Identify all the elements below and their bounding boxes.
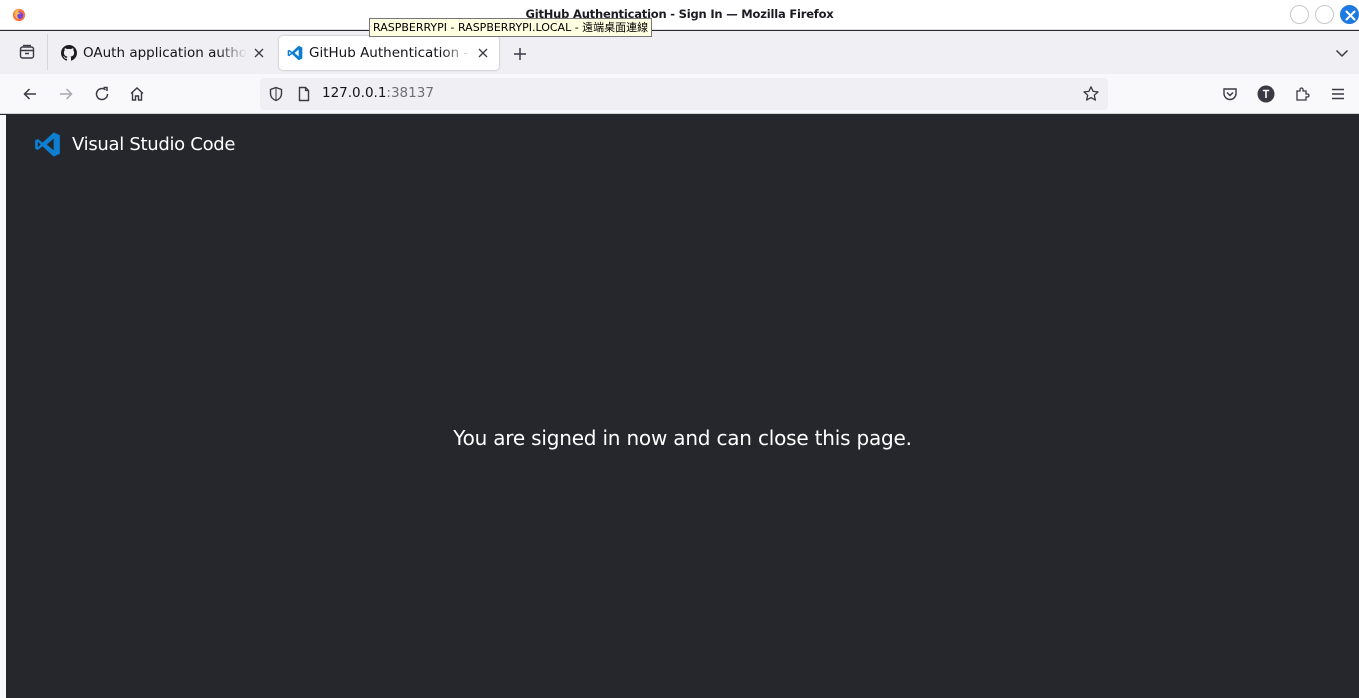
close-icon — [1345, 10, 1356, 21]
tab-oauth-authorized[interactable]: OAuth application authorized — [53, 36, 275, 70]
close-icon — [254, 48, 264, 58]
forward-button[interactable] — [56, 84, 76, 104]
chevron-down-icon — [1335, 49, 1349, 58]
home-icon — [130, 87, 144, 101]
close-icon — [478, 48, 488, 58]
firefox-view-icon — [19, 44, 34, 59]
tooltip: RASPBERRYPI - RASPBERRYPI.LOCAL - 遠端桌面連線 — [369, 18, 653, 37]
window-title: GitHub Authentication - Sign In — Mozill… — [525, 7, 834, 21]
vscode-icon — [287, 45, 303, 61]
puzzle-icon — [1296, 87, 1310, 101]
brand-header: Visual Studio Code — [34, 131, 236, 158]
tab-strip: OAuth application authorized GitHub Auth… — [0, 31, 1359, 74]
tab-close-button[interactable] — [251, 45, 267, 61]
page-content: Visual Studio Code You are signed in now… — [6, 115, 1359, 698]
avatar — [1257, 85, 1275, 103]
back-button[interactable] — [20, 84, 40, 104]
url-text[interactable]: 127.0.0.1:38137 — [322, 85, 434, 101]
minimize-button[interactable] — [1290, 5, 1309, 24]
home-button[interactable] — [127, 84, 147, 104]
firefox-view-button[interactable] — [6, 34, 48, 70]
new-tab-button[interactable] — [510, 44, 530, 64]
arrow-right-icon — [60, 88, 73, 100]
signed-in-message: You are signed in now and can close this… — [453, 426, 912, 450]
shield-icon[interactable] — [268, 86, 284, 102]
plus-icon — [514, 48, 526, 60]
hamburger-menu-icon — [1332, 88, 1344, 100]
brand-name: Visual Studio Code — [72, 134, 236, 155]
tab-close-button[interactable] — [475, 45, 491, 61]
close-window-button[interactable] — [1340, 5, 1359, 24]
pocket-icon — [1223, 88, 1237, 101]
extensions-button[interactable] — [1292, 84, 1312, 104]
github-icon — [61, 45, 77, 61]
reload-button[interactable] — [92, 84, 112, 104]
arrow-left-icon — [23, 88, 36, 100]
page-info-icon[interactable] — [296, 86, 312, 102]
navigation-toolbar: 127.0.0.1:38137 — [0, 74, 1359, 114]
url-port: :38137 — [386, 85, 434, 101]
menu-button[interactable] — [1328, 84, 1348, 104]
url-host: 127.0.0.1 — [322, 85, 387, 101]
maximize-button[interactable] — [1315, 5, 1334, 24]
window-titlebar: GitHub Authentication - Sign In — Mozill… — [0, 0, 1359, 30]
address-bar[interactable]: 127.0.0.1:38137 — [260, 78, 1108, 110]
tab-label: OAuth application authorized — [83, 45, 247, 61]
window-controls — [1290, 5, 1359, 25]
vscode-logo-icon — [35, 132, 60, 157]
bookmark-star-icon[interactable] — [1082, 85, 1100, 103]
tab-github-authentication[interactable]: GitHub Authentication - Sign In — [279, 36, 499, 70]
account-button[interactable] — [1256, 84, 1276, 104]
tab-label: GitHub Authentication - Sign In — [309, 45, 471, 61]
list-all-tabs-button[interactable] — [1333, 44, 1351, 62]
pocket-button[interactable] — [1220, 84, 1240, 104]
reload-icon — [95, 86, 109, 101]
